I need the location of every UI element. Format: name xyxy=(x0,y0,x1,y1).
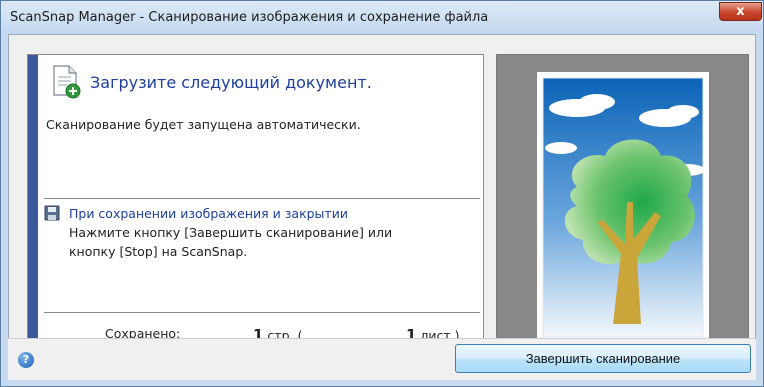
save-instruction-line2: кнопку [Stop] на ScanSnap. xyxy=(69,244,248,259)
help-icon[interactable]: ? xyxy=(18,352,34,368)
save-instruction-line1: Нажмите кнопку [Завершить сканирование] … xyxy=(69,225,393,240)
scan-preview xyxy=(496,54,749,361)
finish-scan-button[interactable]: Завершить сканирование xyxy=(455,344,751,373)
divider xyxy=(44,198,480,199)
divider xyxy=(44,312,480,313)
scansnap-window: ScanSnap Manager - Сканирование изображе… xyxy=(0,0,764,387)
dialog-body: Загрузите следующий документ. Сканирован… xyxy=(8,34,756,379)
add-document-icon xyxy=(53,65,81,99)
load-next-heading: Загрузите следующий документ. xyxy=(90,73,372,92)
auto-scan-text: Сканирование будет запущена автоматическ… xyxy=(46,117,361,132)
preview-image xyxy=(537,72,709,343)
footer-bar: ? Завершить сканирование xyxy=(8,338,756,380)
window-title: ScanSnap Manager - Сканирование изображе… xyxy=(10,10,489,25)
save-close-heading: При сохранении изображения и закрытии xyxy=(69,206,348,221)
floppy-disk-icon xyxy=(44,205,60,221)
instructions-panel: Загрузите следующий документ. Сканирован… xyxy=(27,54,484,361)
title-bar: ScanSnap Manager - Сканирование изображе… xyxy=(1,1,763,34)
close-button[interactable]: x xyxy=(719,2,762,21)
accent-bar xyxy=(28,55,38,360)
